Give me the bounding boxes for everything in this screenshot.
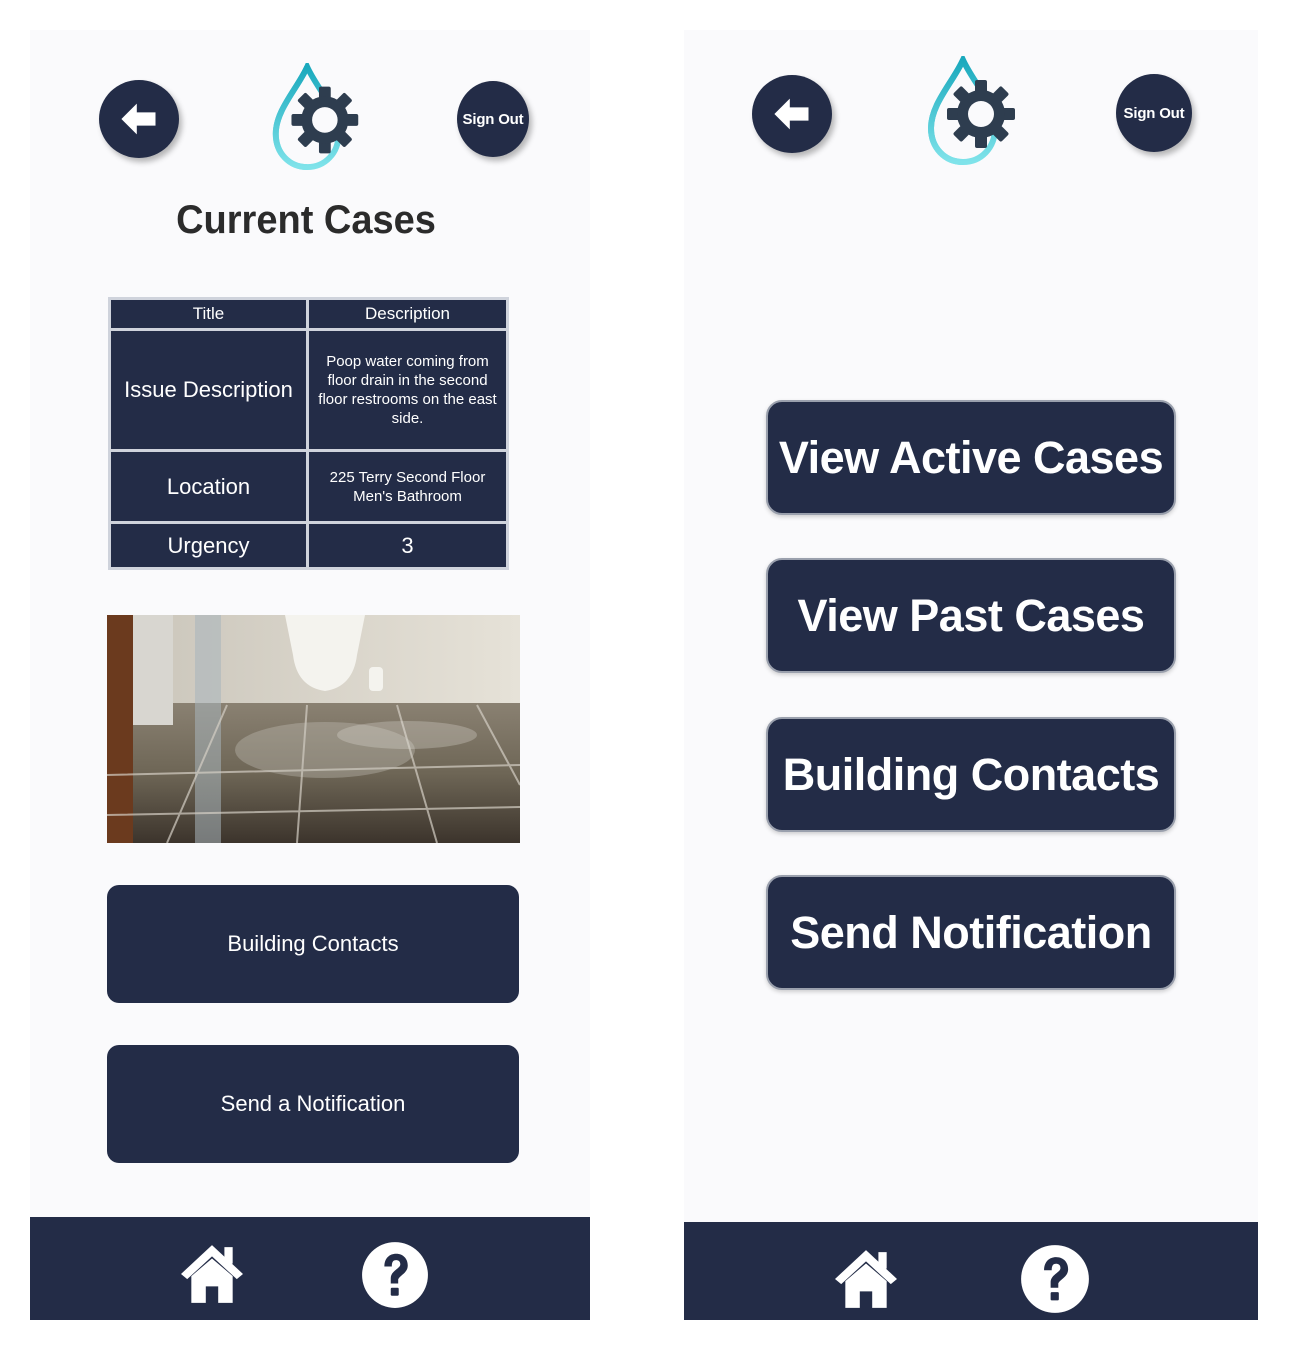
back-button[interactable]: [99, 80, 179, 158]
home-icon[interactable]: [178, 1243, 246, 1305]
send-notification-button[interactable]: Send a Notification: [107, 1045, 519, 1163]
arrow-left-icon: [117, 97, 161, 141]
table-cell-key: Location: [108, 449, 309, 524]
case-detail-screen: Sign Out Current Cases Title Description…: [30, 30, 590, 1320]
table-row: Issue Description Poop water coming from…: [108, 328, 509, 452]
bottom-nav-bar: [684, 1222, 1258, 1320]
table-header-row: Title Description: [108, 297, 509, 331]
water-drop-gear-logo-icon: [921, 56, 1025, 166]
sign-out-button[interactable]: Sign Out: [457, 81, 529, 157]
table-cell-value: Poop water coming from floor drain in th…: [306, 328, 509, 452]
view-active-cases-button[interactable]: View Active Cases: [766, 400, 1176, 515]
main-menu-screen: Sign Out View Active Cases View Past Cas…: [684, 30, 1258, 1320]
app-logo: [266, 63, 368, 171]
send-notification-button[interactable]: Send Notification: [766, 875, 1176, 990]
arrow-left-icon: [770, 92, 814, 136]
sign-out-button[interactable]: Sign Out: [1116, 74, 1192, 152]
issue-photo: [107, 615, 520, 843]
home-icon[interactable]: [832, 1248, 900, 1310]
table-row: Location 225 Terry Second Floor Men's Ba…: [108, 449, 509, 524]
page-title: Current Cases: [176, 198, 436, 242]
view-past-cases-button[interactable]: View Past Cases: [766, 558, 1176, 673]
table-cell-value: 225 Terry Second Floor Men's Bathroom: [306, 449, 509, 524]
table-cell-key: Issue Description: [108, 328, 309, 452]
app-logo: [921, 56, 1025, 166]
table-cell-key: Urgency: [108, 521, 309, 570]
water-drop-gear-logo-icon: [266, 63, 368, 171]
building-contacts-button[interactable]: Building Contacts: [766, 717, 1176, 832]
table-row: Urgency 3: [108, 521, 509, 570]
back-button[interactable]: [752, 75, 832, 153]
help-icon[interactable]: [1020, 1244, 1090, 1314]
bottom-nav-bar: [30, 1217, 590, 1320]
bathroom-floor-photo: [107, 615, 520, 843]
help-icon[interactable]: [361, 1241, 429, 1309]
table-header-title: Title: [108, 297, 309, 331]
case-details-table: Title Description Issue Description Poop…: [108, 297, 509, 570]
building-contacts-button[interactable]: Building Contacts: [107, 885, 519, 1003]
table-header-description: Description: [306, 297, 509, 331]
table-cell-value: 3: [306, 521, 509, 570]
